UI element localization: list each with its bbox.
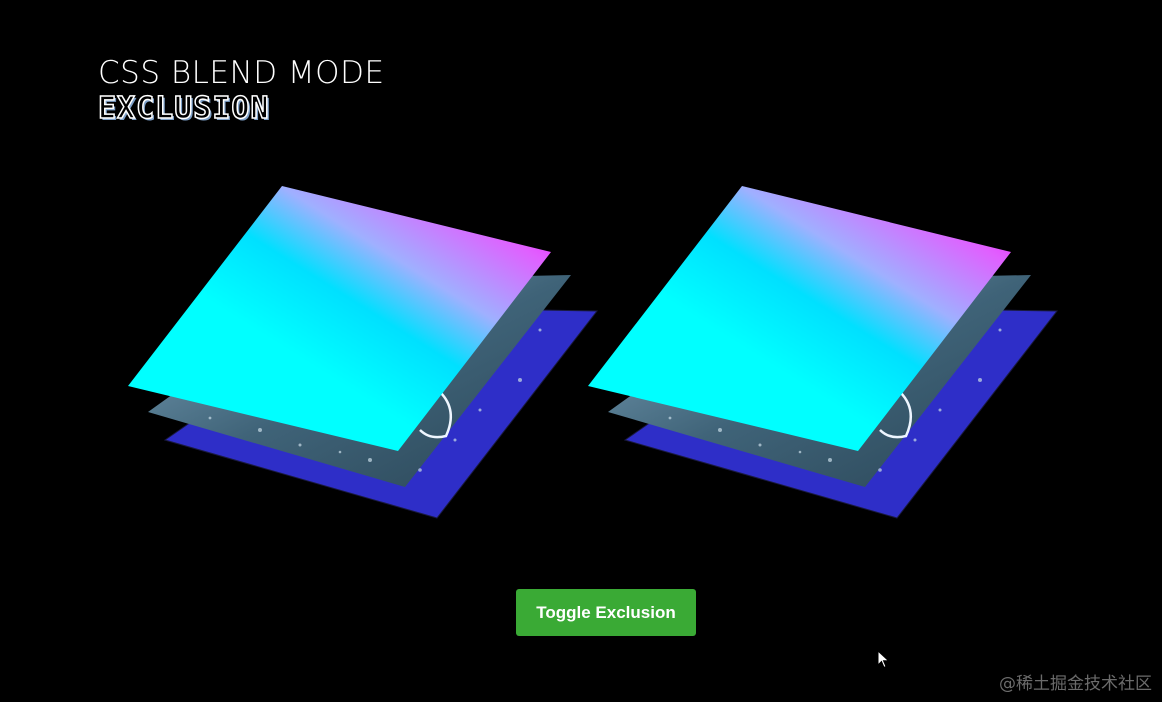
heading: CSS BLEND MODE EXCLUSION [97,54,385,127]
water-splash [419,391,453,439]
water-splash [879,391,913,439]
blue-layer [623,306,1059,519]
layer-stack-right [588,186,1059,519]
page: CSS BLEND MODE EXCLUSION Toggle Exclusio… [0,0,1162,702]
page-title: CSS BLEND MODE [98,55,385,91]
water-photo-layer [608,275,1031,487]
blue-layer [163,306,599,519]
water-photo-layer [148,275,571,487]
blend-mode-name: EXCLUSION [97,91,270,127]
mouse-pointer-icon [877,649,891,674]
toggle-exclusion-button[interactable]: Toggle Exclusion [516,589,696,636]
layer-stack-left [128,186,599,519]
water-droplets [668,328,1002,472]
gradient-layer [128,186,551,451]
water-droplets [208,328,542,472]
watermark-text: @稀土掘金技术社区 [999,674,1152,694]
gradient-layer [588,186,1011,451]
